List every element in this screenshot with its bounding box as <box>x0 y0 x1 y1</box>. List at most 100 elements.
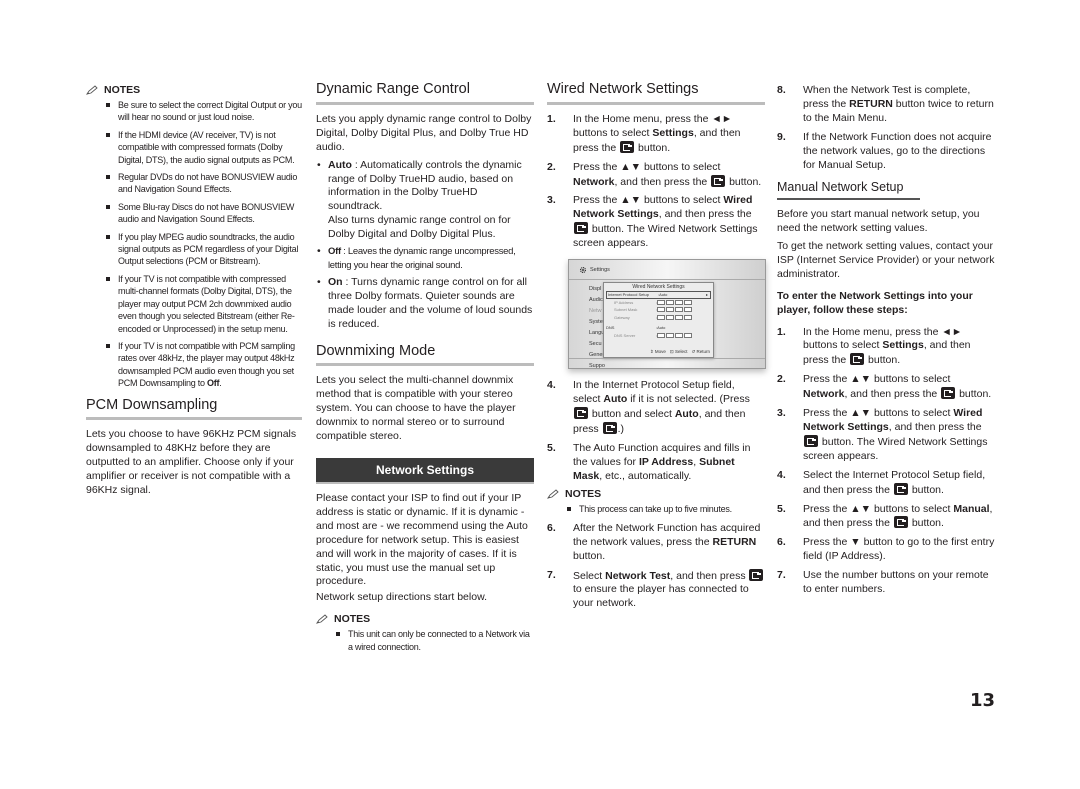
step-bold: Network <box>803 388 845 401</box>
notes-heading: NOTES <box>547 488 765 500</box>
step-bold: Network <box>573 175 615 188</box>
notes-list: Be sure to select the correct Digital Ou… <box>86 99 302 390</box>
step-item: 6. After the Network Function has acquire… <box>547 522 765 564</box>
row-label: DNS Server <box>614 332 636 338</box>
step-number: 4. <box>547 379 556 392</box>
steps-intro: To enter the Network Settings into your … <box>777 289 973 316</box>
step-item: 9. If the Network Function does not acqui… <box>777 131 997 173</box>
manual-body-1: Before you start manual network setup, y… <box>777 208 980 235</box>
step-bold: Settings <box>652 126 694 139</box>
notes-list: This process can take up to five minutes… <box>547 503 765 515</box>
step-text: button. The Wired Network Settings scree… <box>803 435 988 462</box>
return-hint: ↺ Return <box>691 349 710 355</box>
note-bold: Off <box>207 378 220 389</box>
column-1: NOTES Be sure to select the correct Digi… <box>86 82 302 502</box>
step-item: 7. Select Network Test, and then press to… <box>547 568 765 612</box>
step-text: If the Network Function does not acquire… <box>803 130 992 171</box>
step-number: 7. <box>547 568 556 581</box>
step-text: button. <box>908 483 944 496</box>
step-item: 1. In the Home menu, press the ◄► buttons… <box>777 326 997 369</box>
enter-button-icon <box>804 434 818 447</box>
step-bold: Manual <box>953 502 990 515</box>
enter-button-icon <box>574 222 588 235</box>
dialog-title: Wired Network Settings <box>632 284 685 291</box>
step-text: Press the ▲▼ buttons to select <box>803 373 951 386</box>
section-title-wired-network-settings: Wired Network Settings <box>547 81 765 105</box>
select-hint: ⊡ Select <box>669 349 688 355</box>
step-text: , and then press the <box>888 420 982 433</box>
dialog-row: Subnet Mask: <box>604 306 713 314</box>
manual-body-2: To get the network setting values, conta… <box>777 240 995 280</box>
step-item: 5. Press the ▲▼ buttons to select Manual,… <box>777 503 997 532</box>
step-number: 5. <box>777 502 786 515</box>
step-text: button and select <box>589 407 675 420</box>
step-text: , and then press the <box>844 388 941 401</box>
enter-button-icon <box>574 406 588 419</box>
dialog-row: Gateway: <box>604 314 713 322</box>
step-item: 8. When the Network Test is complete, pre… <box>777 84 997 126</box>
step-text: to ensure the player has connected to yo… <box>573 583 749 610</box>
step-text: , and then press the <box>658 208 752 221</box>
step-text: Press the ▲▼ buttons to select <box>573 160 721 173</box>
row-label: Gateway <box>614 314 630 320</box>
option-text: : Automatically controls the dynamic ran… <box>328 158 522 213</box>
step-number: 3. <box>777 407 786 420</box>
column-3: Wired Network Settings 1. In the Home men… <box>547 81 766 616</box>
downmix-body: Lets you select the multi-channel downmi… <box>316 374 516 443</box>
step-text: Press the ▲▼ buttons to select <box>573 194 724 207</box>
note-item: Some Blu-ray Discs do not have BONUSVIEW… <box>106 201 302 226</box>
enter-button-icon <box>749 568 764 581</box>
section-title-dynamic-range-control: Dynamic Range Control <box>316 81 534 105</box>
row-label: Internet Protocol Setup <box>608 292 649 298</box>
step-text: button. <box>635 141 671 154</box>
page-number: 13 <box>970 690 996 711</box>
dialog-row: Internet Protocol Setup: Auto ▸ <box>606 291 711 299</box>
wired-steps-b: 4. In the Internet Protocol Setup field, … <box>547 379 765 483</box>
step-bold: Auto <box>674 407 699 420</box>
step-text: Press the ▲▼ buttons to select <box>803 407 954 420</box>
screen-header: Settings <box>590 266 610 273</box>
drc-options: Auto : Automatically controls the dynami… <box>316 159 534 332</box>
dialog-footer: ⇕ Move ⊡ Select ↺ Return <box>650 349 710 355</box>
note-item: Regular DVDs do not have BONUSVIEW audio… <box>106 171 302 196</box>
row-label: Subnet Mask <box>614 307 638 313</box>
step-text: , and then press the <box>614 175 711 188</box>
step-text: if it is not selected. (Press <box>627 393 750 405</box>
step-text: .) <box>617 422 625 435</box>
step-text: , and then press <box>670 569 749 582</box>
note-item: If your TV is not compatible with compre… <box>106 273 302 335</box>
step-text: button. <box>956 388 992 401</box>
notes-heading: NOTES <box>316 613 534 625</box>
step-item: 3. Press the ▲▼ buttons to select Wired N… <box>777 407 997 464</box>
notes-label: NOTES <box>334 613 371 626</box>
step-item: 6. Press the ▼ button to go to the first … <box>777 536 997 564</box>
step-number: 6. <box>547 521 556 534</box>
note-item: If you play MPEG audio soundtracks, the … <box>106 231 302 268</box>
step-item: 3. Press the ▲▼ buttons to select Wired N… <box>547 194 765 251</box>
step-number: 7. <box>777 569 786 582</box>
drc-body: Lets you apply dynamic range control to … <box>316 112 532 153</box>
gear-icon <box>579 266 587 273</box>
step-item: 7. Use the number buttons on your remote … <box>777 569 997 597</box>
note-item: If your TV is not compatible with PCM sa… <box>106 340 302 390</box>
step-number: 3. <box>547 194 556 207</box>
column-2: Dynamic Range Control Lets you apply dyn… <box>316 81 534 658</box>
notes-label: NOTES <box>104 84 141 96</box>
network-body-2: Network setup directions start below. <box>316 591 487 604</box>
note-text: . <box>219 378 222 389</box>
step-item: 5. The Auto Function acquires and fills i… <box>547 442 765 484</box>
drc-option-on: On : Turns dynamic range control on for … <box>316 276 534 332</box>
pencil-icon <box>86 85 98 95</box>
drc-option-off: Off : Leaves the dynamic range uncompres… <box>316 245 534 273</box>
step-item: 4. Select the Internet Protocol Setup fie… <box>777 469 997 498</box>
option-text: : Leaves the dynamic range uncompressed,… <box>328 246 516 271</box>
network-body: Please contact your ISP to find out if y… <box>316 492 528 588</box>
pencil-icon <box>316 614 328 624</box>
enter-button-icon <box>620 140 635 153</box>
note-item: This unit can only be connected to a Net… <box>336 628 534 653</box>
option-label: Auto <box>328 158 352 171</box>
option-label: On <box>328 275 343 288</box>
wired-steps-c: 6. After the Network Function has acquire… <box>547 522 765 611</box>
step-number: 4. <box>777 468 786 481</box>
note-item: Be sure to select the correct Digital Ou… <box>106 99 302 124</box>
